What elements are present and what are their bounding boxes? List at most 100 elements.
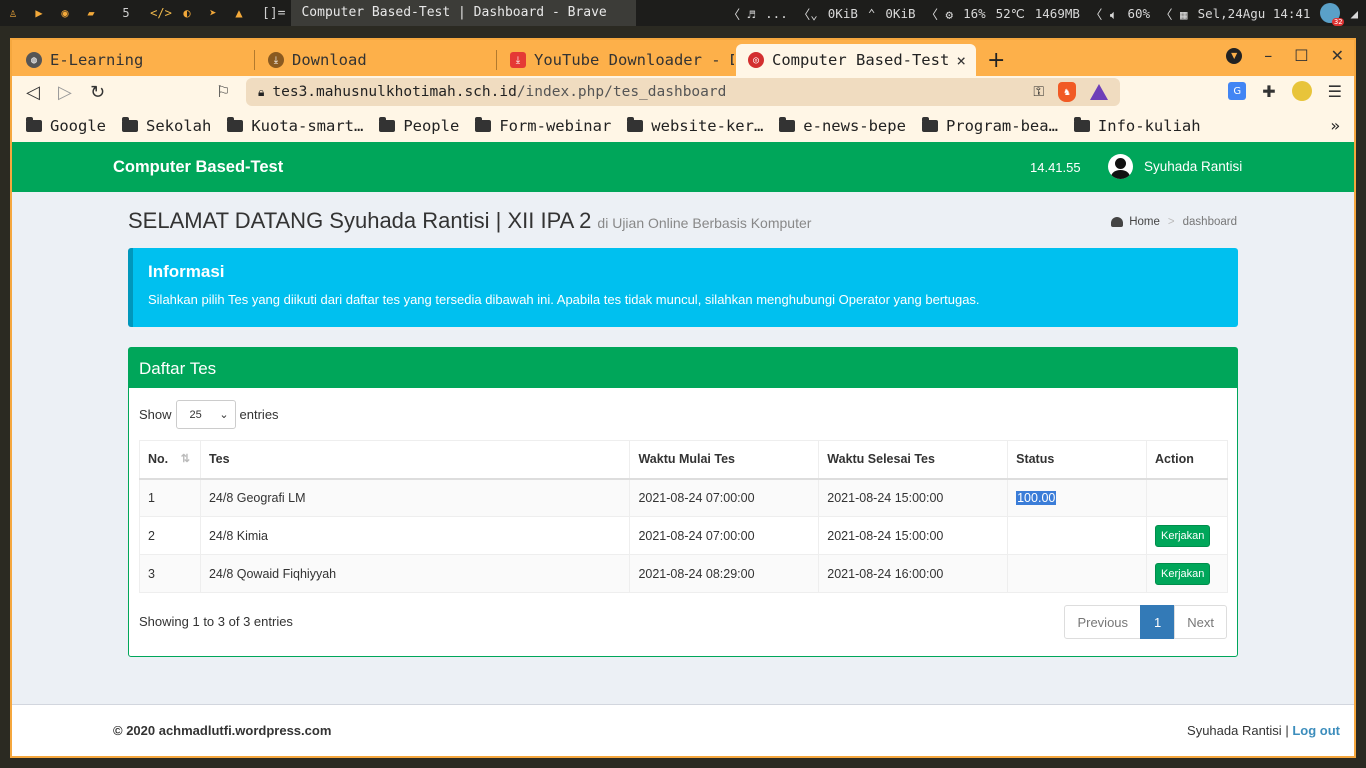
browser-app-icon[interactable]: ◉ xyxy=(52,0,78,26)
cell-mulai: 2021-08-24 07:00:00 xyxy=(629,516,820,555)
bookmark-label: People xyxy=(403,117,460,135)
folder-icon xyxy=(379,117,396,132)
column-header-action[interactable]: Action xyxy=(1145,440,1229,480)
telegram-icon[interactable]: ➤ xyxy=(200,0,226,26)
system-bar: ♙ ▶ ◉ ▰ 5 </> ◐ ➤ ▲ []= Computer Based-T… xyxy=(0,0,1366,26)
chevron-down-icon: ⌄ xyxy=(219,409,229,421)
cell-no: 1 xyxy=(139,478,201,517)
box-title: Daftar Tes xyxy=(129,348,1237,388)
breadcrumb-home[interactable]: Home xyxy=(1129,216,1160,228)
workspace-number[interactable]: 5 xyxy=(104,0,148,26)
table-row: 1 24/8 Geografi LM 2021-08-24 07:00:00 2… xyxy=(139,478,1229,517)
folder-icon xyxy=(1073,117,1090,132)
forward-icon[interactable]: ▷ xyxy=(58,82,72,103)
cbt-favicon-icon: ◎ xyxy=(748,52,764,68)
column-header-no[interactable]: No. ⇅ xyxy=(139,440,201,480)
wifi-icon[interactable]: ◢ xyxy=(1350,6,1358,21)
lock-icon[interactable]: 🔒︎ xyxy=(258,85,264,100)
volume-icon[interactable]: 〈 🔈︎ xyxy=(1090,4,1118,23)
more-bookmarks-icon[interactable]: » xyxy=(1330,116,1340,135)
translate-extension-icon[interactable]: G xyxy=(1228,82,1247,100)
footer-user: Syuhada Rantisi | Log out xyxy=(1187,723,1340,738)
bookmark-folder-e-news[interactable]: e-news-bepe xyxy=(779,117,906,135)
layout-indicator[interactable]: []= xyxy=(262,6,285,21)
close-tab-icon[interactable]: × xyxy=(956,51,966,70)
folder-icon xyxy=(26,117,42,132)
key-icon[interactable]: ⚿ xyxy=(1033,84,1044,100)
cell-selesai: 2021-08-24 16:00:00 xyxy=(818,554,1009,593)
breadcrumb-current: dashboard xyxy=(1182,216,1237,228)
maximize-icon[interactable]: ☐ xyxy=(1294,46,1308,65)
entries-select[interactable]: 25 ⌄ xyxy=(175,400,236,429)
address-bar[interactable]: 🔒︎ tes3.mahusnulkhotimah.sch.id/index.ph… xyxy=(246,78,1120,106)
folder-icon xyxy=(122,117,138,132)
cell-mulai: 2021-08-24 07:00:00 xyxy=(629,478,820,517)
window-controls: ▼ – ☐ ✕ xyxy=(1226,46,1344,65)
entries-select-value: 25 xyxy=(189,408,202,421)
kerjakan-button[interactable]: Kerjakan xyxy=(1154,524,1211,547)
tab-e-learning[interactable]: ◍ E-Learning xyxy=(14,44,250,76)
bookmark-folder-program-bea[interactable]: Program-bea… xyxy=(921,117,1058,135)
pagination-page-1[interactable]: 1 xyxy=(1140,605,1176,639)
globe-icon: ◍ xyxy=(26,52,42,68)
page-footer: © 2020 achmadlutfi.wordpress.com Syuhada… xyxy=(12,704,1354,756)
user-menu[interactable]: Syuhada Rantisi xyxy=(1108,154,1242,179)
extensions-puzzle-icon[interactable]: ✚ xyxy=(1262,82,1275,101)
minimize-icon[interactable]: – xyxy=(1264,46,1272,65)
logout-link[interactable]: Log out xyxy=(1292,723,1340,738)
datetime[interactable]: Sel,24Agu 14:41 xyxy=(1198,6,1311,21)
url-host: tes3.mahusnulkhotimah.sch.id xyxy=(272,84,517,100)
profile-extension-icon[interactable] xyxy=(1291,81,1312,101)
bookmark-folder-kuota[interactable]: Kuota-smart… xyxy=(227,117,363,135)
bookmark-folder-people[interactable]: People xyxy=(379,117,459,135)
bookmark-icon[interactable]: ⚐ xyxy=(216,82,230,101)
column-header-status[interactable]: Status xyxy=(1007,440,1147,480)
app-brand[interactable]: Computer Based-Test xyxy=(113,158,283,177)
entries-length: Show 25 ⌄ entries xyxy=(139,400,279,429)
tab-strip: ◍ E-Learning ⤓ Download ⤓ YouTube Downlo… xyxy=(12,40,1354,76)
download-icon: ⤓ xyxy=(268,52,284,68)
tab-youtube-downloader[interactable]: ⤓ YouTube Downloader - Do xyxy=(498,44,734,76)
brave-rewards-icon[interactable] xyxy=(1090,84,1108,100)
page-title-text: SELAMAT DATANG Syuhada Rantisi | XII IPA… xyxy=(128,208,592,233)
pagination-previous[interactable]: Previous xyxy=(1064,605,1142,639)
media-play-icon[interactable]: ▶ xyxy=(26,0,52,26)
cell-tes: 24/8 Qowaid Fiqhiyyah xyxy=(199,554,631,593)
brave-shields-icon[interactable]: ♞ xyxy=(1058,82,1076,102)
pagination-next[interactable]: Next xyxy=(1174,605,1227,639)
kerjakan-button[interactable]: Kerjakan xyxy=(1154,562,1211,585)
bookmark-folder-form-webinar[interactable]: Form-webinar xyxy=(475,117,611,135)
bookmark-folder-info-kuliah[interactable]: Info-kuliah xyxy=(1073,117,1201,135)
folder-icon[interactable]: ▰ xyxy=(78,0,104,26)
code-icon[interactable]: </> xyxy=(148,0,174,26)
bookmark-folder-google[interactable]: Google xyxy=(26,117,106,135)
new-tab-plus-icon[interactable]: + xyxy=(987,48,1005,73)
status-score: 100.00 xyxy=(1016,490,1057,505)
back-icon[interactable]: ◁ xyxy=(26,82,40,103)
cell-action xyxy=(1145,478,1229,517)
sort-icon[interactable]: ⇅ xyxy=(181,452,190,465)
bookmark-folder-website[interactable]: website-ker… xyxy=(627,117,763,135)
music-icon[interactable]: 〈 ♬ xyxy=(728,4,756,23)
notification-avatar-icon[interactable]: 32 xyxy=(1320,3,1345,26)
volume-value[interactable]: 60% xyxy=(1127,6,1150,21)
column-header-mulai[interactable]: Waktu Mulai Tes xyxy=(629,440,820,480)
tab-computer-based-test[interactable]: ◎ Computer Based-Test × xyxy=(736,44,976,76)
launcher-icon[interactable]: ♙ xyxy=(0,0,26,26)
tab-download[interactable]: ⤓ Download xyxy=(256,44,492,76)
cell-action: Kerjakan xyxy=(1145,554,1229,593)
column-header-selesai[interactable]: Waktu Selesai Tes xyxy=(818,440,1009,480)
column-header-tes[interactable]: Tes xyxy=(199,440,631,480)
length-entries-label: entries xyxy=(239,407,279,422)
reload-icon[interactable]: ↻ xyxy=(90,82,105,103)
tab-search-chevron-icon[interactable]: ▼ xyxy=(1226,47,1243,64)
bookmark-label: Info-kuliah xyxy=(1097,117,1201,135)
arch-icon[interactable]: ▲ xyxy=(226,0,252,26)
menu-icon[interactable]: ☰ xyxy=(1328,82,1342,101)
net-down-value: 0KiB xyxy=(827,5,858,21)
bookmark-folder-sekolah[interactable]: Sekolah xyxy=(122,117,211,135)
close-window-icon[interactable]: ✕ xyxy=(1331,46,1344,65)
app-header: Computer Based-Test 14.41.55 Syuhada Ran… xyxy=(12,142,1354,192)
headphones-icon[interactable]: ◐ xyxy=(174,0,200,26)
table-header-row: No. ⇅ Tes Waktu Mulai Tes Waktu Selesai T… xyxy=(139,440,1229,480)
